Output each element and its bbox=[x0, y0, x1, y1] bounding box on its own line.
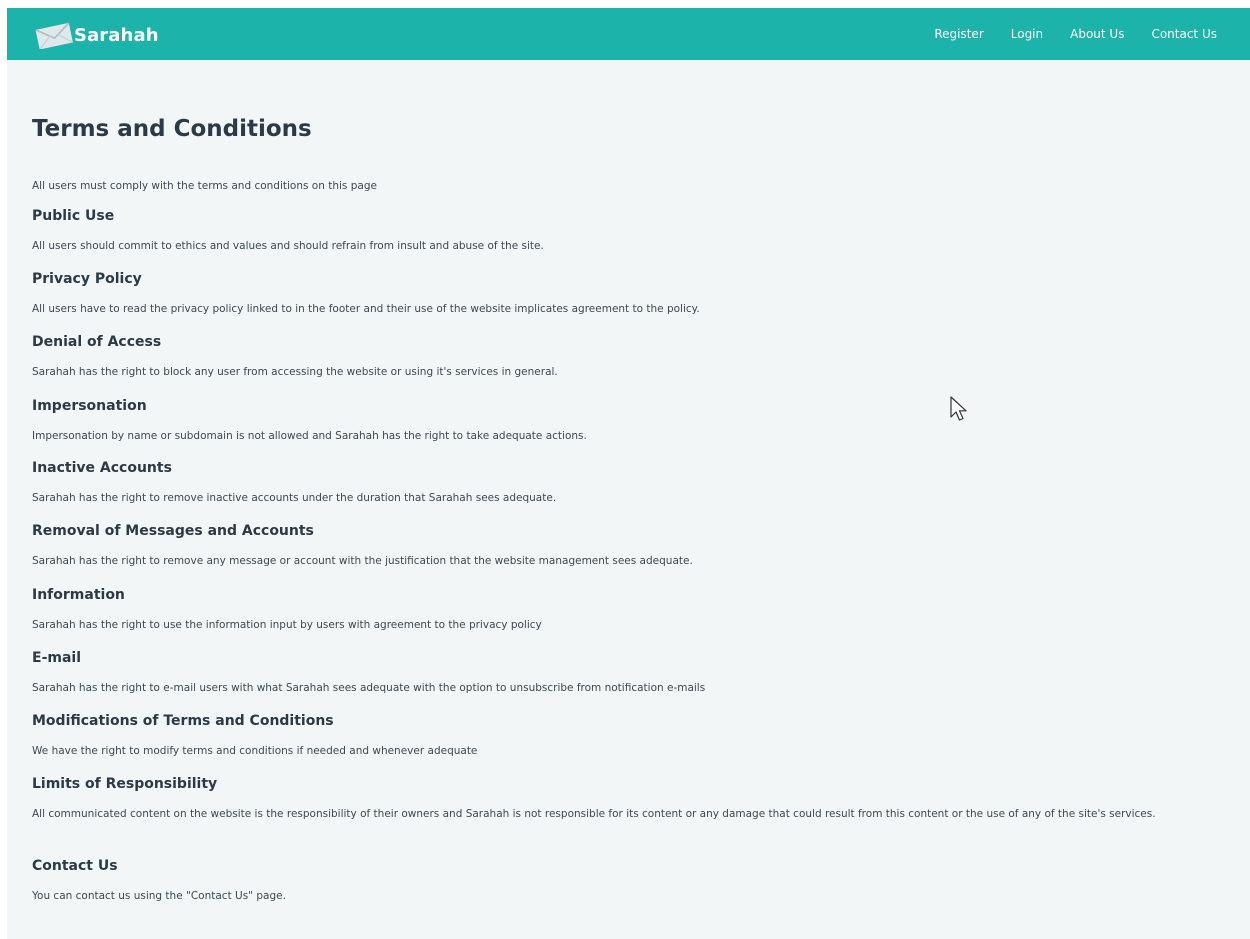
nav-menu: Register Login About Us Contact Us bbox=[907, 8, 1217, 60]
section-text: Sarahah has the right to block any user … bbox=[32, 366, 558, 378]
section-text: Sarahah has the right to remove any mess… bbox=[32, 555, 693, 567]
section-title: E-mail bbox=[32, 650, 82, 666]
section-removal-of-messages-and-accounts: Removal of Messages and Accounts Sarahah… bbox=[32, 521, 1227, 570]
section-text: Sarahah has the right to remove inactive… bbox=[32, 492, 557, 504]
section-inactive-accounts: Inactive Accounts Sarahah has the right … bbox=[32, 458, 1227, 507]
mouse-pointer-icon bbox=[950, 396, 968, 426]
section-e-mail: E-mail Sarahah has the right to e-mail u… bbox=[32, 648, 1227, 697]
section-text: We have the right to modify terms and co… bbox=[32, 745, 478, 757]
terms-content: Terms and Conditions All users must comp… bbox=[32, 112, 1227, 902]
section-title: Public Use bbox=[32, 208, 115, 224]
section-text: Impersonation by name or subdomain is no… bbox=[32, 430, 587, 442]
section-text: You can contact us using the "Contact Us… bbox=[32, 890, 286, 902]
section-title: Impersonation bbox=[32, 398, 147, 414]
nav-contact-us-link[interactable]: Contact Us bbox=[1151, 27, 1217, 41]
section-impersonation: Impersonation Impersonation by name or s… bbox=[32, 396, 1227, 445]
section-limits-of-responsibility: Limits of Responsibility All communicate… bbox=[32, 774, 1227, 823]
page-title: Terms and Conditions bbox=[32, 116, 312, 142]
brand-link[interactable]: Sarahah bbox=[33, 21, 159, 49]
nav-login-link[interactable]: Login bbox=[1011, 27, 1043, 41]
section-title: Denial of Access bbox=[32, 334, 162, 350]
nav-register-link[interactable]: Register bbox=[934, 27, 983, 41]
section-title: Information bbox=[32, 587, 125, 603]
section-public-use: Public Use All users should commit to et… bbox=[32, 206, 1227, 255]
section-privacy-policy: Privacy Policy All users have to read th… bbox=[32, 269, 1227, 318]
section-text: All communicated content on the website … bbox=[32, 808, 1156, 820]
section-title: Privacy Policy bbox=[32, 271, 142, 287]
section-title: Contact Us bbox=[32, 858, 118, 874]
section-title: Modifications of Terms and Conditions bbox=[32, 713, 334, 729]
section-information: Information Sarahah has the right to use… bbox=[32, 585, 1227, 634]
section-denial-of-access: Denial of Access Sarahah has the right t… bbox=[32, 332, 1227, 381]
section-contact-us: Contact Us You can contact us using the … bbox=[32, 856, 1227, 905]
section-title: Inactive Accounts bbox=[32, 460, 172, 476]
section-text: All users should commit to ethics and va… bbox=[32, 240, 544, 252]
section-text: All users have to read the privacy polic… bbox=[32, 303, 700, 315]
brand-name: Sarahah bbox=[74, 24, 159, 46]
navbar: Sarahah Register Login About Us Contact … bbox=[7, 8, 1250, 60]
intro-text: All users must comply with the terms and… bbox=[32, 180, 377, 192]
nav-about-us-link[interactable]: About Us bbox=[1070, 27, 1124, 41]
page-frame: Sarahah Register Login About Us Contact … bbox=[7, 8, 1250, 939]
section-text: Sarahah has the right to use the informa… bbox=[32, 619, 542, 631]
section-title: Limits of Responsibility bbox=[32, 776, 218, 792]
section-text: Sarahah has the right to e-mail users wi… bbox=[32, 682, 706, 694]
section-modifications-of-terms: Modifications of Terms and Conditions We… bbox=[32, 711, 1227, 760]
section-title: Removal of Messages and Accounts bbox=[32, 523, 314, 539]
envelope-logo-icon bbox=[33, 21, 77, 49]
